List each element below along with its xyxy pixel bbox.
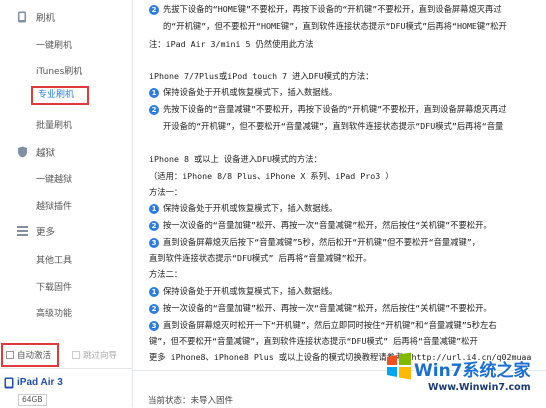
- sidebar-group-label: 更多: [36, 227, 56, 238]
- device-storage-badge: 64GB: [18, 394, 47, 406]
- step-number-badge: 2: [149, 4, 159, 15]
- sidebar-group-flash[interactable]: 刷机: [0, 6, 132, 28]
- step-number-badge: 1: [149, 87, 159, 98]
- instruction-line: 开设备的“开机键”，但不要松开“音量减键”，直到软件连接状态提示“DFU模式”后…: [163, 121, 504, 131]
- sidebar-group-jailbreak[interactable]: 越狱: [0, 141, 132, 163]
- sidebar-item-download-firmware[interactable]: 下载固件: [36, 280, 72, 293]
- sidebar-item-pro-flash[interactable]: 专业刷机: [31, 86, 89, 105]
- instruction-line: 1 保持设备处于开机或恢复模式下，插入数据线。: [149, 86, 337, 98]
- step-number-badge: 3: [149, 237, 159, 248]
- firmware-status: 当前状态：未导入固件: [148, 396, 234, 406]
- instruction-line: 2 按一次设备的“音量加键”松开、再按一次“音量减键”松开，然后按住“关机键”不要…: [149, 302, 492, 314]
- step-number-badge: 2: [149, 303, 159, 314]
- section-heading: iPhone 7/7Plus或iPod touch 7 进入DFU模式的方法：: [149, 71, 374, 81]
- instruction-line: 2 先拔下设备的“HOME键”不要松开，再按下设备的“开机键”不要松开，直到设备屏…: [149, 3, 502, 15]
- menu-list-icon: [16, 225, 28, 237]
- instruction-line: 2 按一次设备的“音量加键”松开、再按一次“音量减键”松开，然后按住“关机键”不要…: [149, 219, 492, 231]
- sidebar-item-one-click-flash[interactable]: 一键刷机: [36, 38, 72, 51]
- instruction-line: 1 保持设备处于开机或恢复模式下，插入数据线。: [149, 285, 337, 297]
- instruction-line: 1 保持设备处于开机或恢复模式下，插入数据线。: [149, 202, 337, 214]
- skip-guide-label: 跳过向导: [83, 351, 118, 361]
- step-number-badge: 1: [149, 286, 159, 297]
- sidebar-item-one-click-jailbreak[interactable]: 一键越狱: [36, 172, 72, 185]
- tablet-icon: [4, 377, 14, 392]
- shield-icon: [16, 146, 28, 158]
- sidebar-group-label: 刷机: [36, 13, 56, 24]
- section-heading: iPhone 8 或以上 设备进入DFU模式的方法：: [149, 154, 322, 164]
- auto-activate-label: 自动激活: [17, 351, 52, 361]
- section-subheading: （适用：iPhone 8/8 Plus、iPhone X 系列、iPad Pro…: [149, 171, 394, 181]
- flash-phone-icon: [16, 11, 28, 23]
- instruction-note: 注：iPad Air 3/mini 5 仍然使用此方法: [149, 39, 314, 49]
- watermark-brand: Win7系统之家: [414, 361, 531, 381]
- method-label: 方法一：: [149, 187, 183, 197]
- sidebar: 刷机 一键刷机 iTunes刷机 专业刷机 批量刷机 越狱 一键越狱 越狱插件 …: [0, 0, 133, 408]
- instructions-panel: 2 先拔下设备的“HOME键”不要松开，再按下设备的“开机键”不要松开，直到设备屏…: [133, 0, 546, 370]
- auto-options-row: 自动激活 跳过向导: [0, 340, 132, 368]
- instruction-line: 3 直到设备屏幕熄灭时松开一下“开机键”，然后立即同时按住“开机键”和“音量减键”…: [149, 319, 497, 331]
- instruction-line: 的“开机键”，但不要松开“HOME键”，直到软件连接状态提示“DFU模式”后再将…: [163, 21, 507, 31]
- skip-guide-checkbox[interactable]: [72, 351, 80, 359]
- sidebar-item-batch-flash[interactable]: 批量刷机: [36, 118, 72, 131]
- sidebar-group-more[interactable]: 更多: [0, 220, 132, 242]
- watermark: Win7系统之家 Www.Winwin7.com: [384, 347, 546, 407]
- device-panel[interactable]: iPad Air 3 64GB: [0, 368, 132, 408]
- step-number-badge: 2: [149, 220, 159, 231]
- sidebar-item-itunes-flash[interactable]: iTunes刷机: [36, 64, 82, 77]
- step-number-badge: 1: [149, 203, 159, 214]
- instruction-line: 键”，但不要松开“音量减键”，直到软件连接状态提示“DFU模式” 后再将“音量减…: [149, 336, 478, 346]
- sidebar-item-advanced[interactable]: 高级功能: [36, 306, 72, 319]
- step-number-badge: 3: [149, 320, 159, 331]
- step-number-badge: 2: [149, 104, 159, 115]
- instruction-line: 直到软件连接状态提示“DFU模式” 后再将“音量减键”松开。: [149, 253, 372, 263]
- instruction-line: 3 直到设备屏幕熄灭后按下“音量减键”5秒，然后松开“开机键”但不要松开“音量减键…: [149, 236, 480, 248]
- auto-activate-checkbox[interactable]: [6, 351, 14, 359]
- watermark-url: Www.Winwin7.com: [428, 382, 531, 393]
- device-name: iPad Air 3: [17, 377, 63, 388]
- method-label: 方法二：: [149, 269, 183, 279]
- windows-logo-icon: [384, 351, 414, 384]
- sidebar-item-jailbreak-plugins[interactable]: 越狱插件: [36, 199, 72, 212]
- sidebar-group-label: 越狱: [36, 148, 56, 159]
- instruction-line: 2 先按下设备的“音量减键”不要松开，再按下设备的“开机键”不要松开，直到设备屏幕…: [149, 103, 507, 115]
- sidebar-item-other-tools[interactable]: 其他工具: [36, 253, 72, 266]
